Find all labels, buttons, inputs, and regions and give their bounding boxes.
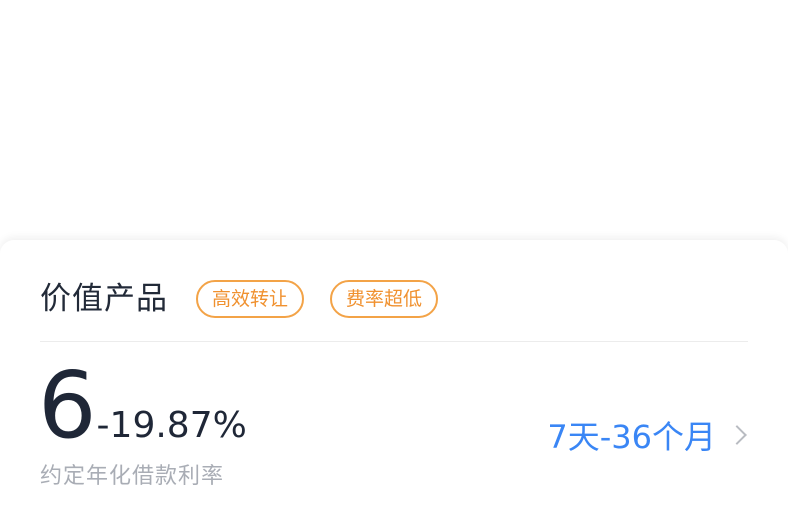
top-blank-area <box>0 0 788 240</box>
product-card[interactable]: 价值产品 高效转让 费率超低 6 -19.87% 约定年化借款利率 7天-36个… <box>0 240 788 527</box>
divider <box>40 341 748 342</box>
tag-low-fee: 费率超低 <box>330 280 439 318</box>
rate-label: 约定年化借款利率 <box>40 464 225 489</box>
rate-range: 6 -19.87% <box>38 356 247 456</box>
chevron-right-icon <box>727 425 747 445</box>
tag-efficient-transfer: 高效转让 <box>196 280 305 318</box>
term-text: 7天-36个月 <box>547 418 716 456</box>
card-header: 价值产品 高效转让 费率超低 <box>40 276 464 322</box>
card-title: 价值产品 <box>40 281 168 317</box>
rate-min: 6 <box>38 352 97 459</box>
screen: 价值产品 高效转让 费率超低 6 -19.87% 约定年化借款利率 7天-36个… <box>0 0 788 527</box>
term-link[interactable]: 7天-36个月 <box>547 412 748 458</box>
